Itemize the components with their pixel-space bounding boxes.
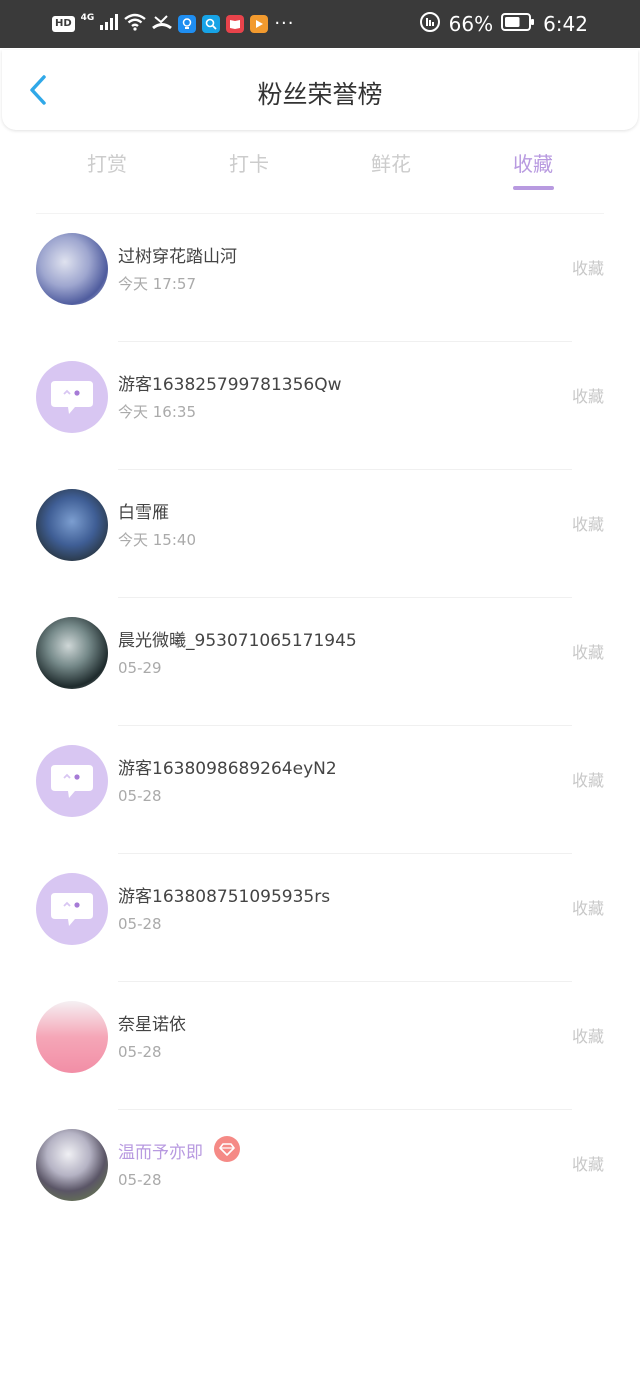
fan-time: 05-29 (118, 659, 162, 677)
fan-name: 游客163808751095935rs (118, 887, 331, 907)
status-bar-right: 66% 6:42 (419, 12, 588, 36)
fan-time: 05-28 (118, 1043, 162, 1061)
status-bar-left: HD 4G ··· (52, 12, 295, 36)
lightbulb-app-icon (178, 15, 197, 33)
page-title: 粉丝荣誉榜 (257, 80, 383, 109)
fan-time: 今天 17:57 (118, 275, 196, 293)
fan-time: 05-28 (118, 787, 162, 805)
fan-name: 游客1638098689264eyN2 (118, 759, 337, 779)
fan-name: 奈星诺依 (118, 1015, 186, 1035)
signal-icon (100, 14, 119, 34)
vip-badge (214, 1136, 240, 1162)
fan-name: 过树穿花踏山河 (118, 247, 237, 267)
avatar[interactable] (36, 233, 108, 305)
missed-call-icon (152, 13, 173, 35)
action-label: 收藏 (571, 643, 604, 662)
avatar[interactable] (36, 745, 108, 817)
guest-chat-bubble-icon (51, 765, 93, 798)
video-app-icon (250, 15, 269, 33)
fan-name: 温而予亦即 (118, 1143, 203, 1163)
action-label: 收藏 (571, 771, 604, 790)
wifi-icon (124, 13, 147, 35)
avatar[interactable] (36, 361, 108, 433)
network-type: 4G (80, 13, 95, 23)
fan-name: 晨光微曦_953071065171945 (118, 631, 357, 651)
data-saver-icon (419, 11, 441, 37)
list-item[interactable]: 晨光微曦_953071065171945 05-29 收藏 (0, 598, 640, 726)
list-item[interactable]: 游客163808751095935rs 05-28 收藏 (0, 854, 640, 982)
header: 粉丝荣誉榜 (2, 50, 638, 130)
hd-badge: HD (52, 16, 75, 32)
fan-time: 05-28 (118, 1171, 162, 1189)
fan-time: 05-28 (118, 915, 162, 933)
fan-list: 过树穿花踏山河 今天 17:57 收藏 游客163825799781356Qw … (0, 214, 640, 1238)
avatar[interactable] (36, 617, 108, 689)
fan-time: 今天 15:40 (118, 531, 196, 549)
tab-checkin[interactable]: 打卡 (189, 150, 309, 178)
action-label: 收藏 (571, 387, 604, 406)
more-notifications-icon: ··· (274, 13, 295, 34)
tab-flowers[interactable]: 鲜花 (331, 150, 451, 178)
fan-name: 白雪雁 (118, 503, 169, 523)
tab-bar: 打赏 打卡 鲜花 收藏 (0, 140, 640, 200)
action-label: 收藏 (571, 515, 604, 534)
list-item[interactable]: 过树穿花踏山河 今天 17:57 收藏 (0, 214, 640, 342)
list-item[interactable]: 游客1638098689264eyN2 05-28 收藏 (0, 726, 640, 854)
battery-icon (501, 13, 535, 35)
list-item[interactable]: 白雪雁 今天 15:40 收藏 (0, 470, 640, 598)
search-app-icon (202, 15, 221, 33)
avatar[interactable] (36, 873, 108, 945)
list-item[interactable]: 温而予亦即 05-28 收藏 (0, 1110, 640, 1238)
action-label: 收藏 (571, 1027, 604, 1046)
action-label: 收藏 (571, 899, 604, 918)
list-item[interactable]: 游客163825799781356Qw 今天 16:35 收藏 (0, 342, 640, 470)
status-bar: HD 4G ··· 66% 6:42 (0, 0, 640, 48)
battery-percent: 66% (448, 12, 494, 36)
tab-favorites[interactable]: 收藏 (473, 150, 593, 178)
fan-time: 今天 16:35 (118, 403, 196, 421)
avatar[interactable] (36, 1129, 108, 1201)
diamond-icon (219, 1143, 235, 1156)
clock: 6:42 (543, 12, 588, 36)
tab-tip[interactable]: 打赏 (47, 150, 167, 178)
book-app-icon (226, 15, 245, 33)
fan-name: 游客163825799781356Qw (118, 375, 342, 395)
guest-chat-bubble-icon (51, 893, 93, 926)
list-item[interactable]: 奈星诺依 05-28 收藏 (0, 982, 640, 1110)
avatar[interactable] (36, 489, 108, 561)
action-label: 收藏 (571, 1155, 604, 1174)
action-label: 收藏 (571, 259, 604, 278)
active-tab-indicator (513, 186, 554, 190)
avatar[interactable] (36, 1001, 108, 1073)
guest-chat-bubble-icon (51, 381, 93, 414)
